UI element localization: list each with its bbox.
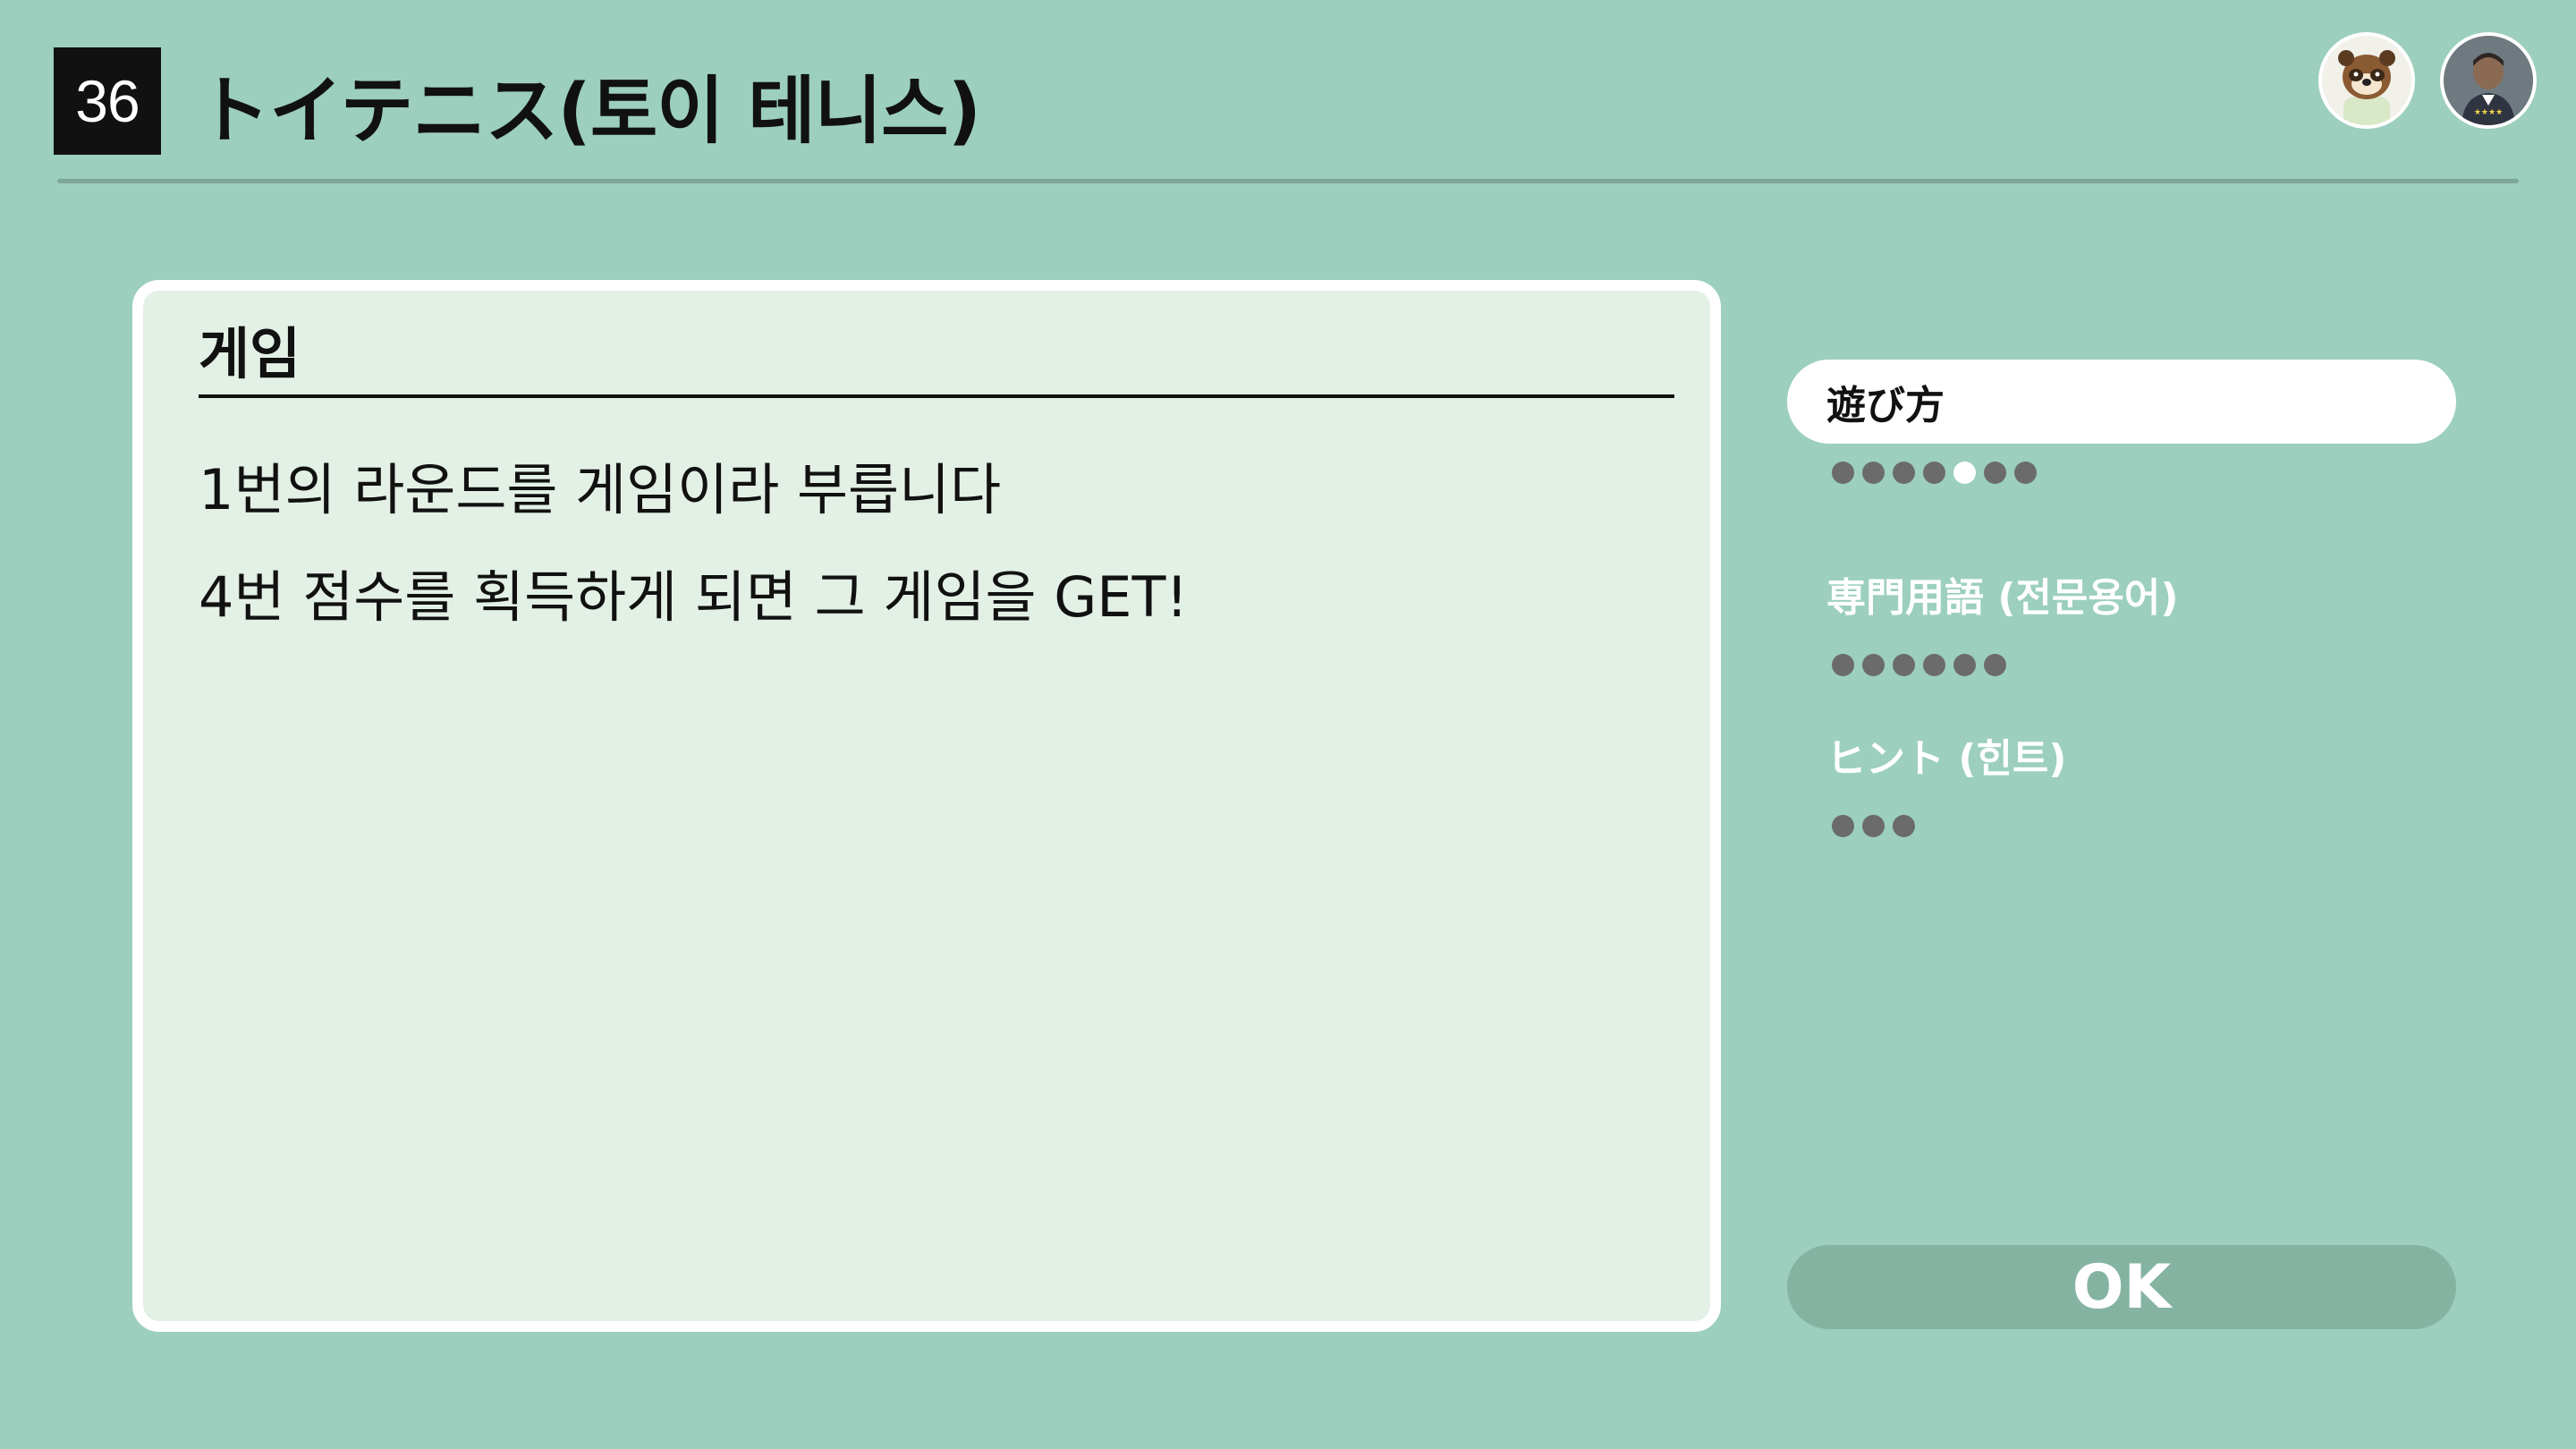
card-heading: 게임 [199, 321, 301, 386]
terminology-page-dots [1832, 654, 2006, 677]
tab-terminology-label: 専門用語 (전문용어) [1826, 575, 2179, 621]
page-dot [1984, 654, 2006, 676]
tab-how-to-play[interactable]: 遊び方 [1787, 360, 2456, 444]
tab-hints-label: ヒント (힌트) [1826, 736, 2067, 782]
hints-page-dots [1832, 815, 1915, 838]
tab-terminology[interactable]: 専門用語 (전문용어) [1787, 565, 2456, 628]
page-dot [1953, 654, 1976, 676]
page-dot [1923, 462, 1945, 484]
page-dot [1893, 815, 1915, 837]
how-to-play-page-dots [1832, 462, 2037, 485]
explanation-line-1: 1번의 라운드를 게임이라 부릅니다 [199, 457, 1002, 522]
page-dot [1893, 654, 1915, 676]
page-dot [1893, 462, 1915, 484]
tab-hints[interactable]: ヒント (힌트) [1787, 726, 2456, 789]
page-dot [1984, 462, 2006, 484]
svg-text:★★★★: ★★★★ [2474, 108, 2503, 117]
header-bar: 36 トイテニス(토이 테니스) ★★★★ [0, 0, 2576, 188]
page-dot [2014, 462, 2037, 484]
page-dot [1862, 815, 1885, 837]
page-dot [1923, 654, 1945, 676]
ok-button[interactable]: OK [1787, 1245, 2456, 1329]
header-divider [57, 179, 2519, 183]
player-avatar-icon: ★★★★ [2440, 32, 2537, 129]
page-dot [1832, 654, 1854, 676]
explanation-line-2: 4번 점수를 획득하게 되면 그 게임을 GET! [199, 564, 1189, 630]
explanation-card: 게임 1번의 라운드를 게임이라 부릅니다 4번 점수를 획득하게 되면 그 게… [132, 280, 1721, 1332]
page-dot [1832, 815, 1854, 837]
tanuki-npc-avatar-icon [2318, 32, 2415, 129]
page-dot-current [1953, 462, 1976, 484]
page-dot [1862, 654, 1885, 676]
page-dot [1832, 462, 1854, 484]
page-dot [1862, 462, 1885, 484]
tab-how-to-play-label: 遊び方 [1826, 383, 1945, 428]
game-number-badge: 36 [54, 47, 161, 155]
heading-divider [199, 394, 1674, 398]
game-title: トイテニス(토이 테니스) [197, 68, 981, 154]
